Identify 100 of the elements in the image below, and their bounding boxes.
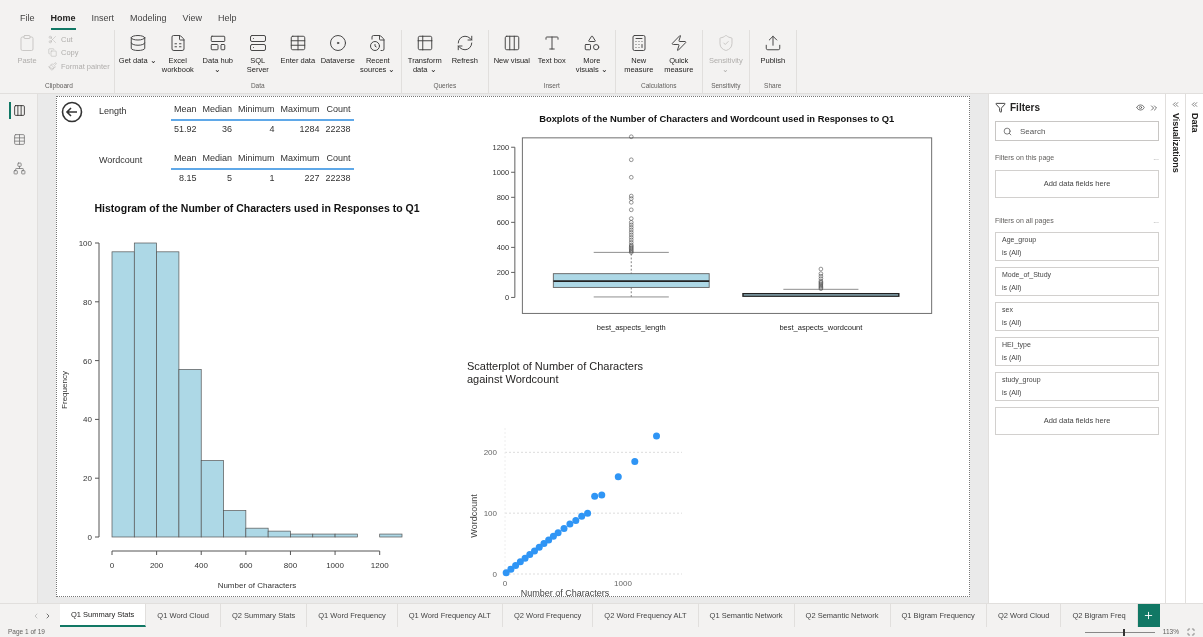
tick-label: 100 [483, 509, 497, 519]
database-icon [128, 34, 147, 52]
file-clock-icon [368, 34, 387, 52]
axis-label: Wordcount [469, 494, 479, 538]
category-label: best_aspects_length [596, 323, 666, 333]
menu-tab[interactable]: Help [217, 11, 237, 30]
scroll-left-icon[interactable] [32, 611, 40, 620]
tick-label: 800 [496, 193, 510, 203]
plus-icon [1143, 610, 1155, 621]
slider-thumb[interactable] [1123, 628, 1126, 636]
table-cell: 36 [199, 119, 236, 138]
pane-title[interactable]: Visualizations [1168, 113, 1183, 173]
tick-label: 0 [492, 570, 497, 579]
column-header: Median [199, 150, 236, 169]
tick-label: 40 [83, 415, 92, 425]
tick-label: 400 [194, 561, 208, 570]
add-page-button[interactable] [1137, 604, 1160, 627]
table-cell: 5 [199, 168, 236, 187]
tick-label: 1000 [326, 561, 344, 570]
text-box-icon [542, 34, 561, 52]
refresh-icon [455, 34, 474, 52]
table-cell: 4 [235, 119, 278, 138]
column-header: Maximum [277, 101, 323, 120]
search-field[interactable]: Search [995, 121, 1159, 141]
stat-label: Length [99, 105, 128, 118]
menu-tab[interactable]: View [182, 11, 202, 30]
table-cell: 1 [235, 168, 278, 187]
table-cell: 227 [277, 168, 323, 187]
histogram-bar [379, 533, 403, 538]
tick-label: 600 [239, 561, 253, 570]
tick-label: 1200 [492, 143, 510, 153]
tick-label: 200 [496, 268, 510, 278]
publish-icon [763, 34, 782, 52]
tick-label: 0 [109, 561, 115, 570]
model-icon [13, 162, 26, 175]
column-header: Minimum [235, 150, 278, 169]
column-header: Mean [171, 101, 200, 120]
search-icon [1003, 126, 1012, 136]
tick-label: 0 [502, 579, 508, 588]
scatter-point [614, 473, 622, 481]
calculator-icon [629, 34, 648, 52]
chart-title: Histogram of the Number of Characters used in Responses to Q1 [94, 202, 420, 214]
tick-label: 0 [505, 293, 510, 303]
collapse-icon[interactable] [1149, 102, 1159, 113]
tick-label: 100 [78, 239, 92, 248]
menu-tab[interactable]: File [20, 11, 35, 30]
tick-label: 400 [496, 243, 510, 253]
tick-label: 1200 [370, 561, 389, 570]
tick-label: 20 [83, 474, 92, 484]
chart-title: Boxplots of the Number of Characters and Wordcount used in Responses to Q1 [539, 113, 895, 124]
tick-label: 800 [283, 561, 298, 570]
column-header: Count [322, 150, 354, 169]
lightning-icon [669, 34, 688, 52]
axis-label: Number of Characters [217, 581, 297, 590]
scissors-icon [48, 35, 57, 45]
tick-label: 200 [149, 561, 164, 570]
eye-icon[interactable] [1136, 103, 1145, 112]
fit-page-icon[interactable] [1187, 628, 1195, 636]
stat-label: Wordcount [99, 154, 144, 167]
table-icon [13, 133, 26, 146]
tick-label: 600 [496, 218, 510, 228]
table-cell: 22238 [322, 168, 354, 187]
axis-label: Frequency [60, 371, 69, 409]
tick-label: 1000 [614, 579, 632, 588]
tick-label: 60 [83, 356, 92, 366]
table-icon [415, 34, 434, 52]
scroll-right-icon[interactable] [44, 611, 52, 620]
scatter-point [631, 457, 639, 465]
pane-title[interactable]: Data [1187, 113, 1202, 133]
pane-title: Filters [1010, 101, 1041, 115]
shield-icon [716, 34, 735, 52]
category-label: best_aspects_wordcount [779, 323, 863, 333]
axis-label: Number of Characters [520, 588, 610, 596]
column-header: Median [199, 101, 236, 120]
window-icon [208, 34, 227, 52]
tick-label: 0 [87, 533, 92, 542]
scatter-point [653, 432, 660, 440]
expand-icon[interactable] [1171, 100, 1180, 109]
table-icon [288, 34, 307, 52]
clipboard-icon [18, 34, 36, 52]
bar-chart-icon [13, 104, 26, 117]
menu-tab[interactable]: Modeling [130, 11, 167, 30]
table-cell: 51.92 [171, 119, 200, 138]
tick-label: 80 [83, 297, 92, 307]
bar-chart-icon [502, 34, 521, 52]
column-header: Maximum [277, 150, 323, 169]
spreadsheet-icon [168, 34, 187, 52]
expand-icon[interactable] [1190, 100, 1199, 109]
menu-tab[interactable]: Insert [91, 11, 115, 30]
shapes-icon [582, 34, 601, 52]
column-header: Mean [171, 150, 200, 169]
nav-button[interactable] [9, 102, 28, 119]
server-icon [248, 34, 267, 52]
paintbrush-icon [48, 61, 57, 71]
filter-icon [995, 102, 1006, 113]
copy-icon [48, 48, 57, 58]
table-cell: 1284 [277, 119, 323, 138]
column-header: Count [322, 101, 354, 120]
tick-label: 200 [483, 448, 497, 458]
table-cell: 8.15 [171, 168, 200, 187]
